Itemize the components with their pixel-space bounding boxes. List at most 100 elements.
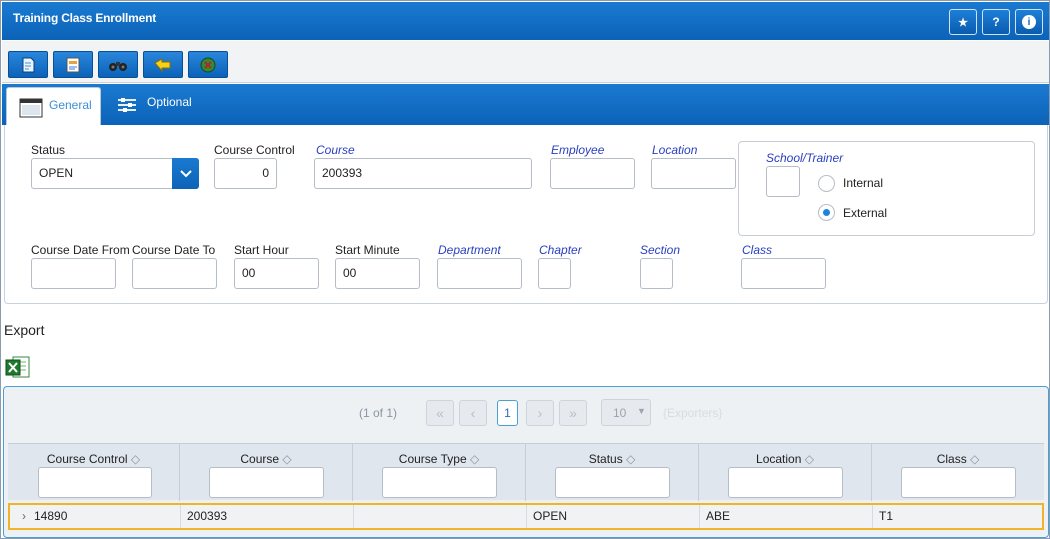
cell-course: 200393 <box>181 505 354 528</box>
filter-course-control-input[interactable] <box>38 467 152 498</box>
report-icon <box>66 57 80 72</box>
chapter-input[interactable] <box>538 258 571 289</box>
tab-general[interactable]: General <box>6 87 101 125</box>
prev-page-button[interactable]: ‹ <box>459 400 487 426</box>
school-trainer-label-link[interactable]: School/Trainer <box>766 151 843 165</box>
cell-course-control: › 14890 <box>10 505 181 528</box>
title-bar: Training Class Enrollment ★ ? i <box>2 2 1049 40</box>
column-header-label: Class <box>936 452 967 466</box>
info-icon: i <box>1022 15 1036 29</box>
class-input[interactable] <box>741 258 826 289</box>
location-input[interactable] <box>651 158 736 189</box>
new-record-button[interactable] <box>8 51 48 78</box>
binoculars-icon <box>109 61 127 71</box>
new-document-icon <box>22 57 35 72</box>
filter-class-input[interactable] <box>901 467 1016 498</box>
window-title: Training Class Enrollment <box>13 11 157 25</box>
question-icon: ? <box>992 15 1000 29</box>
sort-icon: ◇ <box>282 452 292 466</box>
column-class[interactable]: Class ◇ <box>872 444 1044 501</box>
status-dropdown-button[interactable] <box>172 158 199 189</box>
column-header-label: Location <box>756 452 802 466</box>
column-header-label: Status <box>588 452 623 466</box>
chevron-left-icon: ‹ <box>470 405 476 421</box>
sort-icon: ◇ <box>130 452 141 466</box>
last-page-button[interactable]: » <box>559 400 587 426</box>
filter-status-input[interactable] <box>555 467 670 498</box>
course-date-from-label: Course Date From <box>31 243 130 257</box>
column-course-type[interactable]: Course Type ◇ <box>353 444 526 501</box>
external-radio-label: External <box>843 206 888 220</box>
back-arrow-icon <box>154 57 171 72</box>
exit-button[interactable] <box>188 51 228 78</box>
cell-location: ABE <box>700 505 873 528</box>
course-date-to-label: Course Date To <box>132 243 216 257</box>
page-size-select[interactable]: 10 ▼ <box>601 399 651 426</box>
double-chevron-left-icon: « <box>436 405 444 421</box>
window-icon <box>19 98 43 118</box>
favorite-button[interactable]: ★ <box>949 9 977 35</box>
help-button[interactable]: ? <box>982 9 1010 35</box>
column-location[interactable]: Location ◇ <box>699 444 872 501</box>
department-label-link[interactable]: Department <box>438 243 501 257</box>
column-header-label: Course <box>240 452 280 466</box>
sort-icon: ◇ <box>804 452 814 466</box>
info-button[interactable]: i <box>1015 9 1043 35</box>
status-label: Status <box>31 143 66 157</box>
star-icon: ★ <box>958 16 968 29</box>
column-status[interactable]: Status ◇ <box>526 444 699 501</box>
external-radio[interactable] <box>818 204 835 221</box>
expand-row-icon[interactable]: › <box>22 509 26 523</box>
section-label-link[interactable]: Section <box>640 243 680 257</box>
employee-input[interactable] <box>550 158 635 189</box>
export-excel-button[interactable] <box>5 354 31 380</box>
first-page-button[interactable]: « <box>426 400 454 426</box>
filter-course-input[interactable] <box>209 467 324 498</box>
chevron-down-icon <box>179 169 192 177</box>
internal-radio-label: Internal <box>843 176 884 190</box>
course-label-link[interactable]: Course <box>316 143 355 157</box>
chevron-right-icon: › <box>537 405 543 421</box>
filter-location-input[interactable] <box>728 467 843 498</box>
cell-status: OPEN <box>527 505 700 528</box>
toolbar <box>2 41 1049 83</box>
section-input[interactable] <box>640 258 673 289</box>
employee-label-link[interactable]: Employee <box>551 143 604 157</box>
column-header-label: Course Control <box>46 452 128 466</box>
sort-icon: ◇ <box>970 452 980 466</box>
class-label-link[interactable]: Class <box>742 243 772 257</box>
course-input[interactable]: 200393 <box>314 158 532 189</box>
start-minute-label: Start Minute <box>335 243 400 257</box>
table-header: Course Control ◇ Course ◇ Course Type ◇ … <box>8 443 1044 501</box>
search-button[interactable] <box>98 51 138 78</box>
location-label-link[interactable]: Location <box>652 143 697 157</box>
page-size-value: 10 <box>613 406 627 420</box>
course-control-input[interactable]: 0 <box>214 158 277 189</box>
cell-course-type <box>354 505 527 528</box>
app-window: Training Class Enrollment ★ ? i General … <box>0 0 1050 539</box>
excel-icon <box>5 356 30 378</box>
export-heading: Export <box>4 322 45 338</box>
course-date-from-input[interactable] <box>31 258 116 289</box>
column-header-label: Course Type <box>398 452 467 466</box>
sort-icon: ◇ <box>626 452 636 466</box>
back-button[interactable] <box>143 51 183 78</box>
department-input[interactable] <box>437 258 522 289</box>
internal-radio[interactable] <box>818 175 835 192</box>
start-hour-input[interactable]: 00 <box>234 258 319 289</box>
chapter-label-link[interactable]: Chapter <box>539 243 582 257</box>
start-hour-label: Start Hour <box>234 243 289 257</box>
exporters-placeholder: {Exporters} <box>663 406 723 420</box>
course-date-to-input[interactable] <box>132 258 217 289</box>
next-page-button[interactable]: › <box>526 400 554 426</box>
column-course-control[interactable]: Course Control ◇ <box>8 444 180 501</box>
column-course[interactable]: Course ◇ <box>180 444 353 501</box>
page-1-button[interactable]: 1 <box>497 400 518 426</box>
double-chevron-right-icon: » <box>569 405 577 421</box>
report-button[interactable] <box>53 51 93 78</box>
school-trainer-input[interactable] <box>766 166 800 197</box>
tab-general-label: General <box>49 98 92 112</box>
start-minute-input[interactable]: 00 <box>335 258 420 289</box>
table-row[interactable]: › 14890 200393 OPEN ABE T1 <box>8 503 1044 530</box>
filter-course-type-input[interactable] <box>382 467 497 498</box>
